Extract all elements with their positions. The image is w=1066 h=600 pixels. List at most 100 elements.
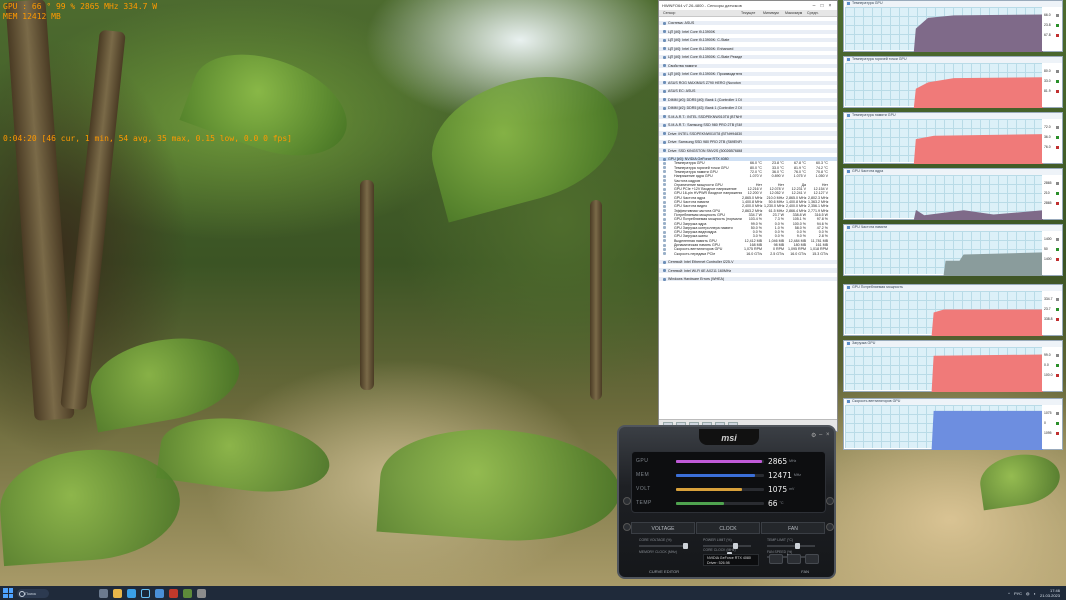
sensor-group[interactable]: Drive: INTEL SSDPEKNW010T8 (BTNH948305NP…	[659, 131, 837, 136]
monitor-bar-fill	[676, 501, 725, 505]
sensor-group[interactable]: Сетевой: Intel Ethernet Controller I225-…	[659, 259, 837, 265]
graph-value: 338.8	[1044, 317, 1053, 321]
sensor-group[interactable]: Сетевой: Intel Wi-Fi 6E AX211 160MHz	[659, 268, 837, 273]
settings-icon[interactable]: ⚙	[811, 432, 816, 439]
start-button[interactable]	[3, 588, 13, 598]
sensor-group[interactable]: Drive: SSD KINGSTON SNV2S (50026B7686B51…	[659, 148, 837, 153]
column-current[interactable]: Текущее	[741, 11, 763, 15]
task-view-icon[interactable]	[99, 588, 108, 598]
tab-fan[interactable]: FAN	[761, 522, 825, 534]
graph-value: 1075	[1044, 411, 1052, 415]
browser-icon[interactable]	[127, 588, 136, 598]
reset-button[interactable]	[769, 554, 783, 564]
volume-icon[interactable]: ◖	[1034, 591, 1036, 596]
steam-icon[interactable]	[141, 588, 150, 598]
hwinfo-icon[interactable]	[155, 588, 164, 598]
taskbar-search[interactable]: Поиск	[17, 588, 49, 598]
close-icon[interactable]: ×	[826, 432, 830, 438]
hwinfo-sensor-list[interactable]: Система: ASUS ЦП [#0]: Intel Core i9-1390…	[659, 17, 837, 419]
profile-icon[interactable]	[623, 523, 631, 531]
sensor-group[interactable]: Windows Hardware Errors (WHEA)	[659, 276, 837, 282]
game-icon[interactable]	[183, 588, 192, 598]
sensor-graph[interactable]: GPU Частота ядра 2865 210 2865	[843, 168, 1063, 220]
sensor-group[interactable]: Drive: Samsung SSD 980 PRO 2TB (S69ENF0R…	[659, 139, 837, 145]
temp-limit-slider[interactable]	[767, 543, 815, 549]
sensor-group[interactable]: S.M.A.R.T.: INTEL SSDPEKNW010T8 (BTNH948…	[659, 114, 837, 119]
sensor-group[interactable]: ЦП [#0]: Intel Core i9-13900K: Enhanced	[659, 46, 837, 51]
sensor-group[interactable]: ASUS EC: ASUS	[659, 89, 837, 94]
minimize-icon[interactable]: –	[810, 3, 818, 9]
sensor-name: Свойства памяти	[668, 63, 697, 68]
hwinfo-titlebar[interactable]: HWiNFO64 v7.26-4800 - Сенсоры датчиков –…	[659, 1, 837, 10]
column-max[interactable]: Максимум	[785, 11, 807, 15]
sensor-name: Сетевой: Intel Ethernet Controller I225-…	[668, 260, 734, 265]
sensor-group[interactable]: DIMM [#2]: DDR5 [#2]: Bank 1 (Controller…	[659, 106, 837, 111]
sensor-graph[interactable]: Скорость вентиляторов GPU 1075 0 1095	[843, 398, 1063, 450]
sensor-row[interactable]: Скорость передачи PCIe 16.0 GT/s 2.5 GT/s 1…	[659, 251, 837, 256]
sensor-graph[interactable]: GPU Потребляемая мощность 334.7 23.7 338.8	[843, 284, 1063, 336]
graph-value: 33.0	[1044, 79, 1051, 83]
graph-series	[931, 309, 1043, 336]
tab-voltage[interactable]: VOLTAGE	[631, 522, 695, 534]
curve-editor-button[interactable]: CURVE EDITOR	[649, 569, 679, 574]
settings-icon[interactable]	[197, 588, 206, 598]
sensor-group[interactable]: ЦП [#0]: Intel Core i9-13900K	[659, 29, 837, 34]
sensor-group[interactable]: ASUS ROG MAXIMUS Z790 HERO (Nuvoton NCT6…	[659, 80, 837, 85]
monitor-icon[interactable]	[826, 523, 834, 531]
column-avg[interactable]: Средн.	[807, 11, 829, 15]
column-min[interactable]: Минимум	[763, 11, 785, 15]
sensor-graph[interactable]: GPU Частота памяти 1400 50 1400	[843, 224, 1063, 276]
power-limit-slider[interactable]	[703, 543, 751, 549]
graph-area	[931, 354, 1043, 392]
sensor-name: ASUS EC: ASUS	[668, 89, 696, 94]
sensor-name: Система: ASUS	[668, 21, 695, 26]
monitor-bar-fill	[676, 487, 742, 491]
monitor-label: MEM	[636, 472, 650, 478]
tab-clock[interactable]: CLOCK	[696, 522, 760, 534]
sensor-group[interactable]: ЦП [#0]: Intel Core i9-13900K: Производи…	[659, 72, 837, 77]
graph-plot	[845, 63, 1043, 108]
sensor-group[interactable]: Свойства памяти	[659, 63, 837, 68]
sensor-graph[interactable]: Температура памяти GPU 72.0 36.0 76.0	[843, 112, 1063, 164]
save-button[interactable]	[805, 554, 819, 564]
sensor-group[interactable]: DIMM [#0]: DDR5 [#0]: Bank 1 (Controller…	[659, 97, 837, 102]
chip-icon	[663, 123, 666, 127]
sensor-name: Drive: Samsung SSD 980 PRO 2TB (S69ENF0R…	[668, 140, 742, 145]
sensor-group[interactable]: S.M.A.R.T.: Samsung SSD 980 PRO 2TB (S69…	[659, 123, 837, 128]
legend-swatch	[1056, 318, 1059, 321]
graph-value: 1400	[1044, 257, 1052, 261]
hwinfo-title: HWiNFO64 v7.26-4800 - Сенсоры датчиков	[662, 3, 742, 8]
legend-swatch	[1056, 24, 1059, 27]
file-explorer-icon[interactable]	[113, 588, 122, 598]
sensor-icon	[663, 166, 666, 170]
legend-swatch	[1056, 412, 1059, 415]
sensor-icon	[663, 217, 666, 221]
column-sensor[interactable]: Сенсор	[663, 11, 741, 15]
apply-button[interactable]	[787, 554, 801, 564]
graph-value: 67.8	[1044, 33, 1051, 37]
language-indicator[interactable]: РУС	[1014, 591, 1022, 596]
sensor-group[interactable]: ЦП [#0]: Intel Core i9-13900K: C-State Р…	[659, 55, 837, 60]
monitor-row-temp: TEMP 66 °C	[636, 498, 823, 508]
sensor-graph[interactable]: Загрузка GPU 99.0 0.0 100.0	[843, 340, 1063, 392]
minimize-icon[interactable]: –	[819, 432, 822, 438]
fan-button[interactable]: FAN	[801, 569, 809, 574]
maximize-icon[interactable]: □	[818, 3, 826, 9]
graph-value: 81.9	[1044, 89, 1051, 93]
network-icon[interactable]: ◍	[1026, 591, 1030, 596]
startup-icon[interactable]	[826, 497, 834, 505]
core-voltage-slider[interactable]	[639, 543, 688, 549]
sensor-graph[interactable]: Температура горячей точки GPU 80.0 33.0 81.…	[843, 56, 1063, 108]
legend-swatch	[1056, 126, 1059, 129]
chevron-up-icon[interactable]: ^	[1008, 591, 1010, 596]
lock-icon[interactable]	[623, 497, 631, 505]
sensor-group[interactable]: Система: ASUS	[659, 21, 837, 26]
sensor-graph[interactable]: Температура GPU 66.0 23.8 67.8	[843, 0, 1063, 52]
close-icon[interactable]: ×	[826, 3, 834, 9]
core-voltage-label: CORE VOLTAGE (%)	[639, 538, 672, 542]
afterburner-icon[interactable]	[169, 588, 178, 598]
graph-value: 2865	[1044, 201, 1052, 205]
taskbar: Поиск ^ РУС ◍ ◖ 17:46 21.03.2023	[0, 586, 1066, 600]
sensor-group[interactable]: ЦП [#0]: Intel Core i9-13900K: C-State	[659, 38, 837, 43]
clock[interactable]: 17:46 21.03.2023	[1040, 588, 1060, 598]
